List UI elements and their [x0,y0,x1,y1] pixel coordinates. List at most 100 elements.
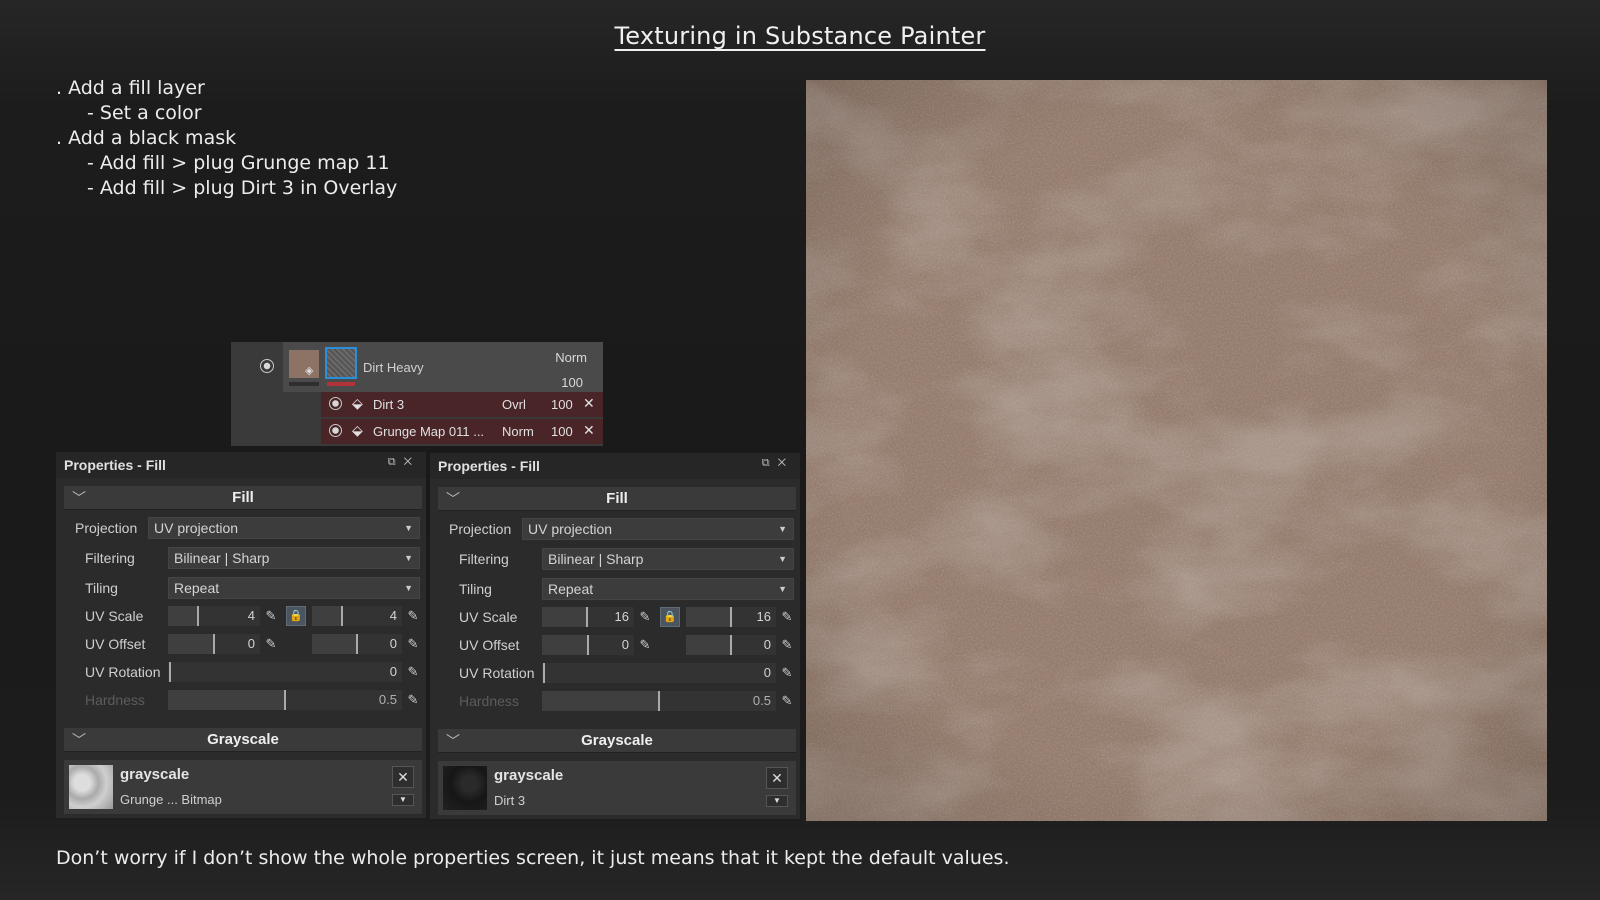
caret-down-icon: ▼ [778,524,787,534]
close-icon[interactable]: ✕ [583,395,595,412]
fill-section-header[interactable]: ﹀ Fill [438,487,796,511]
chevron-down-icon[interactable]: ﹀ [72,486,86,510]
caret-down-icon[interactable]: ▼ [766,795,788,807]
eye-icon[interactable] [329,424,342,437]
uv-rotation-slider[interactable]: 0 [168,662,402,682]
effect-opacity[interactable]: 100 [551,424,573,439]
uv-scale-u-value: 4 [247,608,255,623]
caret-down-icon: ▼ [404,553,413,563]
uv-offset-v-slider[interactable]: 0 [312,634,402,654]
mask-effect-row[interactable]: ⬙ Grunge Map 011 ... Norm 100 ✕ [321,419,603,444]
effect-opacity[interactable]: 100 [551,397,573,412]
pencil-icon[interactable]: ✎ [262,635,280,653]
chevron-down-icon[interactable]: ﹀ [446,487,460,511]
uv-offset-u-slider[interactable]: 0 [542,635,634,655]
fill-bucket-icon: ◈ [305,365,314,377]
mask-thumbnail[interactable] [325,347,357,379]
hardness-label: Hardness [459,693,519,709]
uv-scale-v-slider[interactable]: 16 [686,607,776,627]
note-line: . Add a fill layer [56,77,205,99]
section-title: Fill [606,490,628,507]
grayscale-section-header[interactable]: ﹀ Grayscale [64,728,422,752]
note-line: - Set a color [87,102,202,124]
resource-name: grayscale [494,767,564,784]
panel-window-controls[interactable]: ⧉✕ [762,457,794,470]
pencil-icon[interactable]: ✎ [262,607,280,625]
panel-window-controls[interactable]: ⧉✕ [388,456,420,469]
uv-offset-v-value: 0 [763,637,771,652]
caret-down-icon: ▼ [404,583,413,593]
pencil-icon[interactable]: ✎ [404,663,422,681]
filtering-dropdown[interactable]: Bilinear | Sharp ▼ [542,548,794,570]
pencil-icon[interactable]: ✎ [404,635,422,653]
caret-down-icon[interactable]: ▼ [392,794,414,806]
resource-thumbnail[interactable] [69,765,113,809]
pencil-icon[interactable]: ✎ [636,636,654,654]
pencil-icon[interactable]: ✎ [778,636,796,654]
fill-bucket-icon: ⬙ [352,395,363,411]
grayscale-section-header[interactable]: ﹀ Grayscale [438,729,796,753]
projection-value: UV projection [154,520,239,536]
layer-name: Dirt Heavy [363,360,424,375]
effect-blend-mode[interactable]: Ovrl [502,397,526,412]
texture-preview [806,80,1547,821]
section-title: Fill [232,489,254,506]
uv-offset-u-value: 0 [247,636,255,651]
projection-dropdown[interactable]: UV projection ▼ [148,517,420,539]
uv-rotation-slider[interactable]: 0 [542,663,776,683]
projection-row: Projection UV projection ▼ [64,516,422,540]
uv-scale-u-slider[interactable]: 16 [542,607,634,627]
chevron-down-icon[interactable]: ﹀ [446,729,460,753]
uv-rotation-value: 0 [763,665,771,680]
uv-offset-u-slider[interactable]: 0 [168,634,260,654]
pencil-icon[interactable]: ✎ [778,664,796,682]
uv-scale-u-slider[interactable]: 4 [168,606,260,626]
filtering-dropdown[interactable]: Bilinear | Sharp ▼ [168,547,420,569]
layer-blend-mode[interactable]: Norm [555,350,587,365]
filtering-row: Filtering Bilinear | Sharp ▼ [438,547,796,571]
hardness-slider[interactable]: 0.5 [168,690,402,710]
filtering-label: Filtering [85,550,135,566]
eye-icon[interactable] [329,397,342,410]
tiling-row: Tiling Repeat ▼ [64,576,422,600]
tiling-value: Repeat [174,580,220,596]
close-icon[interactable]: ✕ [392,766,414,788]
uv-offset-u-value: 0 [621,637,629,652]
close-icon[interactable]: ✕ [583,422,595,439]
pencil-icon[interactable]: ✎ [636,608,654,626]
grayscale-resource-slot[interactable]: grayscale Dirt 3 ✕ ▼ [438,761,796,815]
tiling-dropdown[interactable]: Repeat ▼ [542,578,794,600]
projection-dropdown[interactable]: UV projection ▼ [522,518,794,540]
note-line: - Add fill > plug Dirt 3 in Overlay [87,177,398,199]
resource-thumbnail[interactable] [443,766,487,810]
filtering-label: Filtering [459,551,509,567]
grayscale-resource-slot[interactable]: grayscale Grunge ... Bitmap ✕ ▼ [64,760,422,814]
effect-blend-mode[interactable]: Norm [502,424,534,439]
uv-scale-v-slider[interactable]: 4 [312,606,402,626]
layer-color-thumbnail[interactable] [289,350,319,378]
pencil-icon[interactable]: ✎ [404,691,422,709]
pencil-icon[interactable]: ✎ [404,607,422,625]
tiling-dropdown[interactable]: Repeat ▼ [168,577,420,599]
projection-row: Projection UV projection ▼ [438,517,796,541]
fill-section-header[interactable]: ﹀ Fill [64,486,422,510]
note-line: . Add a black mask [56,127,237,149]
close-icon[interactable]: ✕ [766,767,788,789]
chevron-down-icon[interactable]: ﹀ [72,728,86,752]
hardness-slider[interactable]: 0.5 [542,691,776,711]
uv-offset-v-slider[interactable]: 0 [686,635,776,655]
section-title: Grayscale [581,732,653,749]
hardness-row: Hardness 0.5 ✎ [438,689,796,713]
uv-offset-label: UV Offset [85,636,146,652]
lock-icon[interactable]: 🔒 [286,606,306,626]
uv-scale-label: UV Scale [459,609,518,625]
pencil-icon[interactable]: ✎ [778,608,796,626]
pencil-icon[interactable]: ✎ [778,692,796,710]
layer-row[interactable]: ◈ Dirt Heavy Norm 100 [260,342,603,392]
layer-opacity[interactable]: 100 [561,375,583,390]
mask-effect-row[interactable]: ⬙ Dirt 3 Ovrl 100 ✕ [321,392,603,417]
uv-rotation-row: UV Rotation 0 ✎ [438,661,796,685]
lock-icon[interactable]: 🔒 [660,607,680,627]
eye-icon[interactable] [260,359,274,373]
projection-label: Projection [449,521,512,537]
